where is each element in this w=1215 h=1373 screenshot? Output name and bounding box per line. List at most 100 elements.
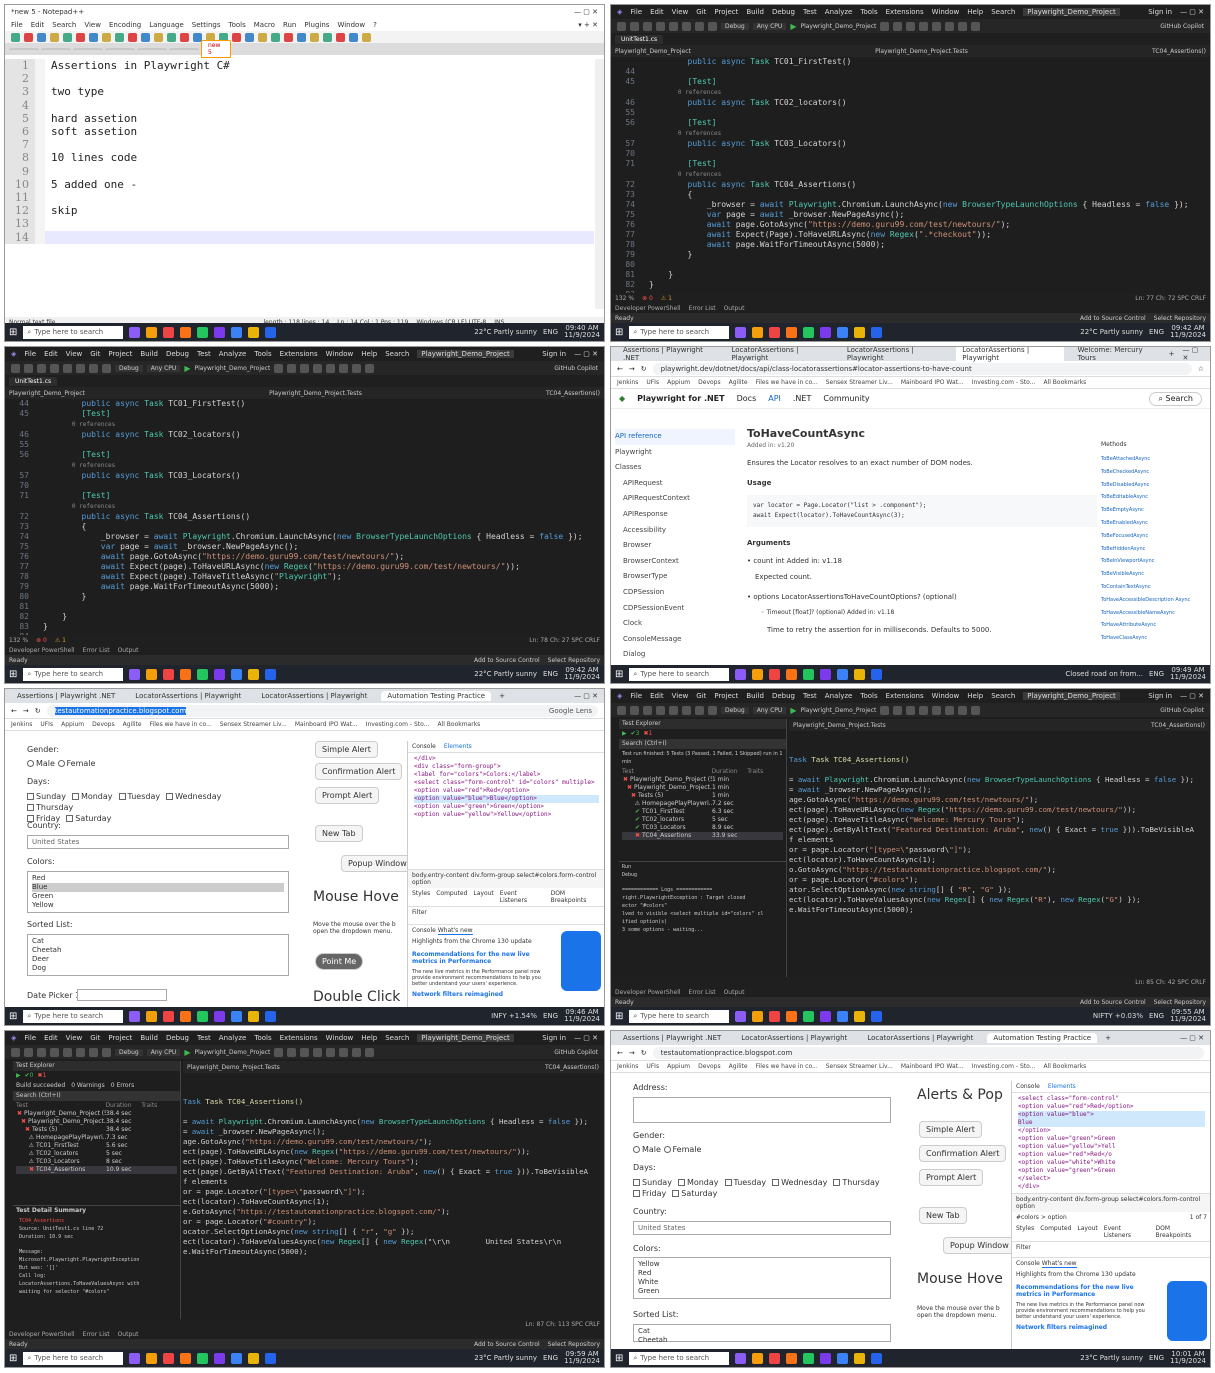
toolbar-button[interactable] — [906, 21, 916, 31]
platform-select[interactable]: Any CPU — [752, 22, 787, 30]
toolbar-button[interactable] — [617, 705, 626, 715]
filter-input[interactable]: Filter — [408, 907, 604, 918]
menu-item[interactable]: Help — [361, 350, 377, 358]
toolbar-button[interactable] — [24, 363, 33, 373]
taskbar-app-icon[interactable] — [265, 1010, 277, 1022]
toolbar-button[interactable] — [313, 1047, 323, 1057]
window-controls[interactable]: — ▢ ✕ — [1180, 8, 1204, 16]
doc-tab[interactable] — [9, 48, 39, 50]
weather-widget[interactable]: 22°C Partly sunny — [1080, 328, 1143, 336]
browser-tab[interactable]: Assertions | Playwright .NET — [11, 691, 121, 701]
menu-item[interactable]: Analyze — [219, 1034, 247, 1042]
toc-item[interactable]: ToHaveAttributeAsync — [1101, 619, 1196, 632]
taskbar-app-icon[interactable] — [146, 1352, 158, 1364]
prompt-alert-button[interactable]: Prompt Alert — [919, 1169, 984, 1186]
list-option[interactable]: Cheetah — [32, 946, 284, 955]
dom-node[interactable]: <option value="yellow">Yell — [1018, 1143, 1205, 1151]
sidebar-item[interactable]: APIRequest — [615, 476, 735, 492]
styles-tab[interactable]: Event Listeners — [500, 890, 545, 904]
bottom-tab[interactable]: Output — [118, 647, 139, 654]
menu-item[interactable]: Extensions — [886, 8, 924, 16]
browser-tab[interactable]: LocatorAssertions | Playwright — [841, 347, 948, 363]
dom-node[interactable]: <option value="white">White — [1018, 1159, 1205, 1167]
toolbar-button[interactable] — [284, 32, 293, 42]
toolbar-button[interactable] — [656, 21, 665, 31]
menu-item[interactable]: Run — [283, 21, 296, 29]
bottom-tab[interactable]: Error List — [83, 1331, 110, 1338]
menu-item[interactable]: Help — [967, 8, 983, 16]
taskbar-app-icon[interactable] — [146, 326, 158, 338]
tab-elements[interactable]: Elements — [1048, 1083, 1076, 1090]
toolbar-button[interactable] — [365, 1047, 375, 1057]
menu-item[interactable]: Window — [932, 8, 960, 16]
menu-item[interactable]: Help — [967, 692, 983, 700]
popup-window-button[interactable]: Popup Window — [341, 855, 414, 872]
vs-search[interactable]: Search — [991, 692, 1015, 700]
taskbar-app-icon[interactable] — [735, 668, 747, 680]
sidebar-item[interactable]: Playwright — [615, 445, 735, 461]
taskbar-app-icon[interactable] — [248, 1010, 260, 1022]
config-select[interactable]: Debug — [115, 1048, 143, 1056]
taskbar-app-icon[interactable] — [752, 1010, 764, 1022]
run-icon[interactable]: ▶ — [16, 1072, 21, 1080]
nav-class[interactable]: Playwright_Demo_Project.Tests — [875, 48, 968, 55]
list-option[interactable]: Deer — [32, 955, 284, 964]
menu-item[interactable]: Help — [361, 1034, 377, 1042]
day-checkbox[interactable]: Saturday — [672, 1188, 717, 1199]
sign-in[interactable]: Sign in — [1148, 692, 1172, 700]
taskbar-app-icon[interactable] — [180, 1352, 192, 1364]
menu-item[interactable]: View — [66, 1034, 83, 1042]
startup-project[interactable]: Playwright_Demo_Project — [194, 1049, 270, 1056]
menu-item[interactable]: Debug — [772, 8, 795, 16]
styles-tab[interactable]: Styles — [1016, 1225, 1034, 1239]
colors-select[interactable]: Red Blue Green Yellow — [27, 871, 289, 913]
taskbar-app-icon[interactable] — [769, 668, 781, 680]
language-indicator[interactable]: ENG — [1149, 1012, 1164, 1020]
menu-item[interactable]: Git — [90, 350, 100, 358]
copilot-button[interactable]: GitHub Copilot — [1160, 707, 1204, 714]
sign-in[interactable]: Sign in — [542, 350, 566, 358]
language-indicator[interactable]: ENG — [1149, 328, 1164, 336]
test-row[interactable]: ✖ Playwright_Demo_Project (5) 1 min — [622, 776, 783, 784]
toolbar-button[interactable] — [24, 32, 33, 42]
toolbar-button[interactable] — [11, 32, 20, 42]
dom-node[interactable]: <select class="form-control" id="colors"… — [414, 779, 599, 787]
list-option[interactable]: Green — [638, 1287, 886, 1296]
taskbar-app-icon[interactable] — [752, 326, 764, 338]
taskbar-app-icon[interactable] — [786, 1352, 798, 1364]
select-repository[interactable]: Select Repository — [1154, 999, 1206, 1006]
menu-item[interactable]: Edit — [44, 1034, 58, 1042]
taskbar-app-icon[interactable] — [803, 1352, 815, 1364]
toolbar-button[interactable] — [932, 21, 942, 31]
taskbar-app-icon[interactable] — [820, 668, 832, 680]
bookmark[interactable]: Investing.com - Sto... — [972, 379, 1036, 386]
bookmark[interactable]: All Bookmarks — [1043, 379, 1086, 386]
toolbar-button[interactable] — [643, 21, 652, 31]
bookmark[interactable]: Jenkins — [11, 721, 32, 728]
toolbar-button[interactable] — [352, 1047, 362, 1057]
menu-item[interactable]: Edit — [650, 8, 664, 16]
windows-start-icon[interactable]: ⊞ — [615, 1011, 623, 1022]
toolbar-button[interactable] — [708, 21, 717, 31]
dom-node[interactable]: </option> — [1018, 1127, 1205, 1135]
language-indicator[interactable]: ENG — [543, 1012, 558, 1020]
taskbar-app-icon[interactable] — [820, 1352, 832, 1364]
test-row[interactable]: ✖ TC04_Assertions 33.9 sec — [622, 832, 783, 840]
menu-item[interactable]: Git — [696, 692, 706, 700]
pass-count[interactable]: ✔3 — [631, 730, 640, 738]
menu-item[interactable]: Build — [746, 692, 764, 700]
menu-item[interactable]: View — [672, 8, 689, 16]
add-source-control[interactable]: Add to Source Control — [1080, 999, 1146, 1006]
menu-item[interactable]: Build — [140, 350, 158, 358]
copilot-button[interactable]: GitHub Copilot — [1160, 23, 1204, 30]
sidebar-item[interactable]: BrowserContext — [615, 554, 735, 570]
toolbar-button[interactable] — [89, 363, 98, 373]
test-row[interactable]: ✖ TC04_Assertions 10.9 sec — [16, 1166, 177, 1174]
vs-search[interactable]: Search — [991, 8, 1015, 16]
styles-tab[interactable]: DOM Breakpoints — [1156, 1225, 1207, 1239]
brand-title[interactable]: Playwright for .NET — [637, 394, 724, 403]
dom-node[interactable]: <option value="blue">Blue</option> — [414, 795, 599, 803]
toolbar-button[interactable] — [63, 32, 72, 42]
menu-item[interactable]: Edit — [44, 350, 58, 358]
taskbar-app-icon[interactable] — [214, 668, 226, 680]
